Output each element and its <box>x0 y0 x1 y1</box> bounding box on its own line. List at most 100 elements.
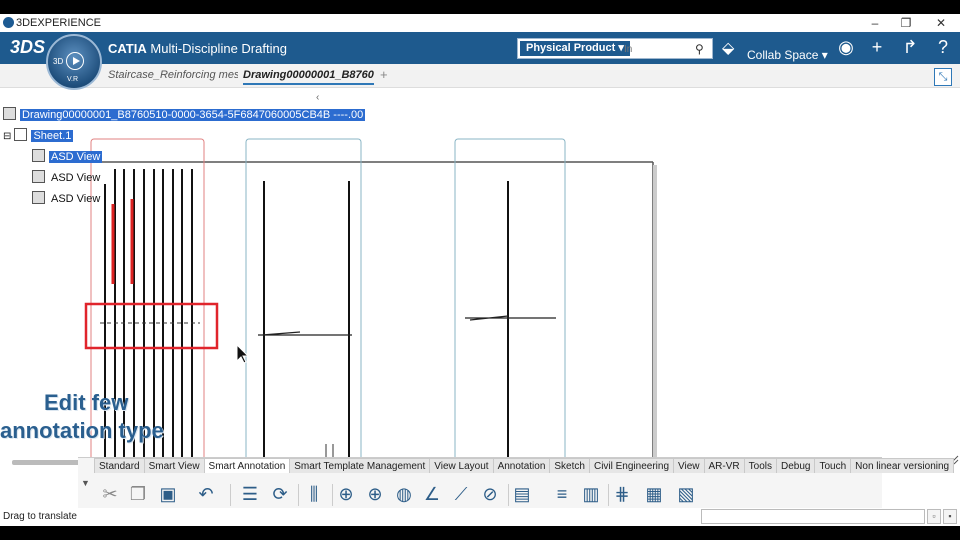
tab-staircase[interactable]: Staircase_Reinforcing mesh0( <box>108 69 238 81</box>
globe-icon[interactable]: ◍ <box>392 482 416 506</box>
title-bar: 3DEXPERIENCE – ❐ ✕ <box>0 14 960 32</box>
close-button[interactable]: ✕ <box>925 14 957 32</box>
plus-icon[interactable]: + <box>865 37 889 58</box>
copy-icon[interactable]: ❐ <box>126 482 150 506</box>
axis-icon[interactable]: ⟋ <box>449 482 473 506</box>
command-options-icon[interactable]: ▪ <box>943 509 957 524</box>
tree-view-label[interactable]: ASD View <box>49 151 103 163</box>
status-message: Drag to translate <box>3 511 77 522</box>
tab-view[interactable]: View <box>673 458 705 473</box>
minimize-button[interactable]: – <box>859 14 891 32</box>
tab-drawing[interactable]: Drawing00000001_B8760! <box>243 69 374 85</box>
app-name: Multi-Discipline Drafting <box>150 41 287 56</box>
tab-ar-vr[interactable]: AR-VR <box>703 458 745 473</box>
tree-sheet[interactable]: ⊟ Sheet.1 <box>3 128 74 142</box>
help-icon[interactable]: ? <box>931 37 955 58</box>
layout-2-icon[interactable]: ▧ <box>674 482 698 506</box>
tree-view-label[interactable]: ASD View <box>49 193 102 205</box>
mouse-cursor-icon <box>236 344 250 364</box>
drawing-canvas[interactable]: Drawing00000001_B8760510-0000-3654-5F684… <box>0 89 960 469</box>
undo-icon[interactable]: ↶ <box>194 482 218 506</box>
tab-smart-view[interactable]: Smart View <box>143 458 205 473</box>
tree-sheet-label[interactable]: Sheet.1 <box>31 130 74 142</box>
overlay-line-2: annotation type <box>0 418 164 443</box>
tab-smart-template-management[interactable]: Smart Template Management <box>289 458 431 473</box>
tab-touch[interactable]: Touch <box>814 458 852 473</box>
layout-icon[interactable]: ▦ <box>642 482 666 506</box>
search-box: Physical Product ▾ ⚲ <box>517 38 713 59</box>
app-logo-icon <box>3 17 14 28</box>
tree-root[interactable]: Drawing00000001_B8760510-0000-3654-5F684… <box>3 107 366 121</box>
compass-3d-label: 3D <box>53 57 64 66</box>
search-scope-label: Physical Product <box>526 42 616 54</box>
collab-space-dropdown[interactable]: Collab Space ▾ <box>747 48 828 62</box>
share-icon[interactable]: ↱ <box>898 37 922 58</box>
tab-non-linear-versioning[interactable]: Non linear versioning <box>850 458 955 473</box>
tree-view-2[interactable]: ASD View <box>32 170 102 184</box>
status-bar: Drag to translate ▫ ▪ <box>0 508 960 526</box>
compass-icon[interactable]: ⊘ <box>478 482 502 506</box>
add-dimension-icon[interactable]: ⊕ <box>334 482 358 506</box>
tree-view-1[interactable]: ASD View <box>32 149 103 163</box>
app-title: CATIA Multi-Discipline Drafting <box>108 41 287 56</box>
sheet-shadow <box>653 165 657 469</box>
brand-name: CATIA <box>108 41 147 56</box>
abc-update-icon[interactable]: ⟳ <box>268 482 292 506</box>
command-history-icon[interactable]: ▫ <box>927 509 941 524</box>
properties-icon[interactable]: ☰ <box>238 482 262 506</box>
overlay-caption: Edit few annotation type <box>0 389 164 445</box>
table-icon[interactable]: ▥ <box>579 482 603 506</box>
align-icon[interactable]: ≡ <box>550 482 574 506</box>
tab-debug[interactable]: Debug <box>776 458 816 473</box>
rebar-icon[interactable]: ⫼ <box>302 482 326 506</box>
toolbar-separator <box>230 484 231 506</box>
screen: 3DEXPERIENCE – ❐ ✕ 3DS 3D V.R CATIA Mult… <box>0 0 960 540</box>
compass-vr-label: V.R <box>67 76 79 83</box>
compass-widget[interactable]: 3D V.R <box>46 34 102 90</box>
view-icon <box>32 191 45 204</box>
toolbar-separator <box>608 484 609 506</box>
view-frame-3 <box>454 138 566 469</box>
tab-standard[interactable]: Standard <box>94 458 145 473</box>
view-icon <box>32 170 45 183</box>
restore-button[interactable]: ❐ <box>890 14 922 32</box>
cut-icon[interactable]: ✂ <box>98 482 122 506</box>
window-title: 3DEXPERIENCE <box>16 17 101 29</box>
app-window: 3DEXPERIENCE – ❐ ✕ 3DS 3D V.R CATIA Mult… <box>0 14 960 526</box>
tree-root-label[interactable]: Drawing00000001_B8760510-0000-3654-5F684… <box>20 109 366 121</box>
tag-icon[interactable]: ⬙ <box>722 38 734 58</box>
toolbar-separator <box>332 484 333 506</box>
tab-annotation[interactable]: Annotation <box>492 458 551 473</box>
grid-icon[interactable]: ⋕ <box>610 482 634 506</box>
collapse-toggle-icon[interactable]: ⊟ <box>3 131 11 142</box>
user-icon[interactable]: ◉ <box>834 37 858 58</box>
expand-icon[interactable]: ⤡ <box>934 68 952 86</box>
tab-civil-engineering[interactable]: Civil Engineering <box>588 458 675 473</box>
sheet-icon <box>14 128 28 141</box>
view-3-annotation <box>465 315 556 321</box>
search-scope-dropdown[interactable]: Physical Product ▾ <box>520 41 630 56</box>
angle-icon[interactable]: ∠ <box>420 482 444 506</box>
view-frame-icon[interactable]: ▤ <box>510 482 534 506</box>
tab-view-layout[interactable]: View Layout <box>429 458 494 473</box>
tree-view-label[interactable]: ASD View <box>49 172 102 184</box>
search-icon[interactable]: ⚲ <box>695 42 704 56</box>
view-2-annotation <box>258 331 352 336</box>
command-input[interactable] <box>701 509 925 524</box>
tab-smart-annotation[interactable]: Smart Annotation <box>203 458 291 473</box>
document-tabs: Staircase_Reinforcing mesh0( Drawing0000… <box>0 64 960 88</box>
overlay-line-1: Edit few <box>44 390 129 415</box>
view-icon <box>32 149 45 162</box>
tree-view-3[interactable]: ASD View <box>32 191 102 205</box>
panel-collapse-arrow[interactable]: ‹ <box>316 92 319 103</box>
tab-sketch[interactable]: Sketch <box>549 458 590 473</box>
ds-logo[interactable]: 3DS <box>10 37 45 58</box>
paste-icon[interactable]: ▣ <box>156 482 180 506</box>
search-input[interactable] <box>624 42 684 56</box>
action-bar-tabs: Standard Smart View Smart Annotation Smart … <box>94 458 955 475</box>
tab-tools[interactable]: Tools <box>743 458 777 473</box>
add-tab-button[interactable]: + <box>380 67 388 82</box>
plus-zero-icon[interactable]: ⊕ <box>363 482 387 506</box>
play-icon[interactable] <box>66 52 84 70</box>
toolbar-separator <box>508 484 509 506</box>
